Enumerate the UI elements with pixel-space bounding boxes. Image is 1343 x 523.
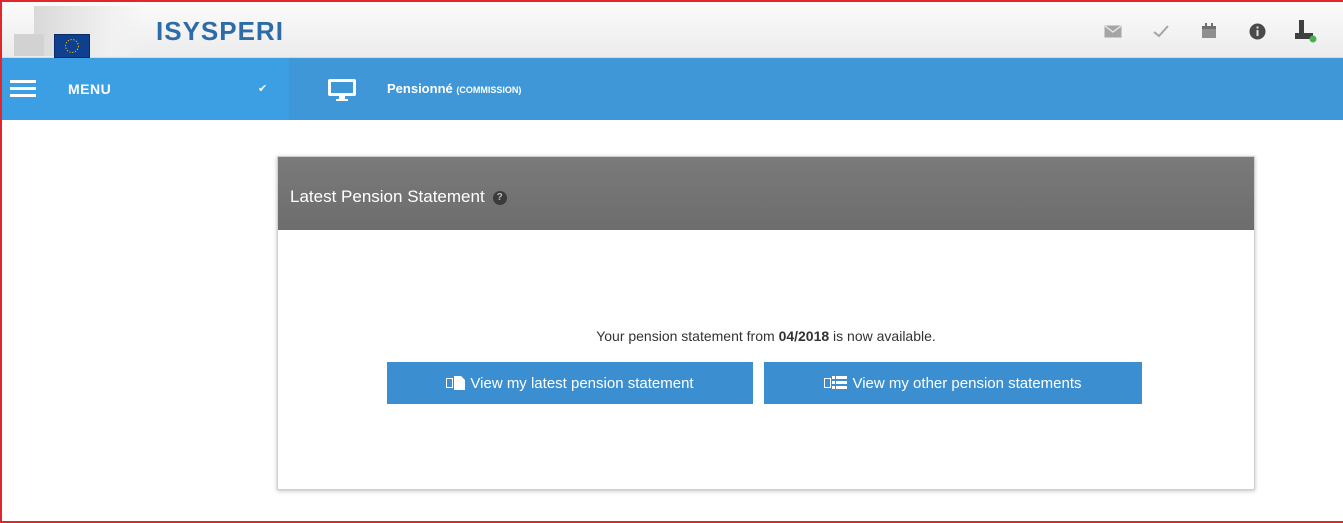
user-icon[interactable] <box>1281 16 1329 46</box>
view-latest-statement-button[interactable]: View my latest pension statement <box>387 362 753 404</box>
menu-toggle[interactable]: MENU ✔ <box>2 58 289 120</box>
top-header: ISYSPERI <box>2 2 1343 58</box>
app-brand: ISYSPERI <box>156 16 284 46</box>
panel-title-text: Latest Pension Statement <box>290 187 485 206</box>
logo <box>14 6 150 58</box>
monitor-icon <box>327 78 357 102</box>
check-icon[interactable] <box>1137 16 1185 46</box>
availability-message: Your pension statement from 04/2018 is n… <box>278 328 1254 344</box>
view-other-label: View my other pension statements <box>852 374 1082 392</box>
calendar-icon[interactable] <box>1185 16 1233 46</box>
chevron-down-icon[interactable]: ✔ <box>258 82 267 95</box>
help-icon[interactable]: ? <box>492 191 507 205</box>
panel-title: Latest Pension Statement? <box>290 187 507 207</box>
document-icon <box>446 375 466 391</box>
view-latest-label: View my latest pension statement <box>470 374 694 392</box>
pension-statement-panel: Latest Pension Statement? Your pension s… <box>277 156 1255 490</box>
panel-header: Latest Pension Statement? <box>278 157 1254 230</box>
nav-bar: MENU ✔ Pensionné (COMMISSION) <box>2 58 1343 120</box>
context-title: Pensionné (COMMISSION) <box>387 81 521 96</box>
menu-label[interactable]: MENU <box>68 81 111 97</box>
info-icon[interactable] <box>1233 16 1281 46</box>
envelope-icon[interactable] <box>1089 16 1137 46</box>
eu-flag-icon <box>54 34 90 58</box>
context-org: (COMMISSION) <box>456 85 522 95</box>
statement-date: 04/2018 <box>778 328 830 344</box>
message-suffix: is now available. <box>829 328 936 344</box>
hamburger-icon[interactable] <box>10 80 36 98</box>
list-icon <box>824 375 848 391</box>
logo-tile <box>14 34 44 56</box>
message-prefix: Your pension statement from <box>596 328 779 344</box>
view-other-statements-button[interactable]: View my other pension statements <box>764 362 1142 404</box>
header-actions <box>1089 16 1329 46</box>
context-role: Pensionné <box>387 81 453 96</box>
